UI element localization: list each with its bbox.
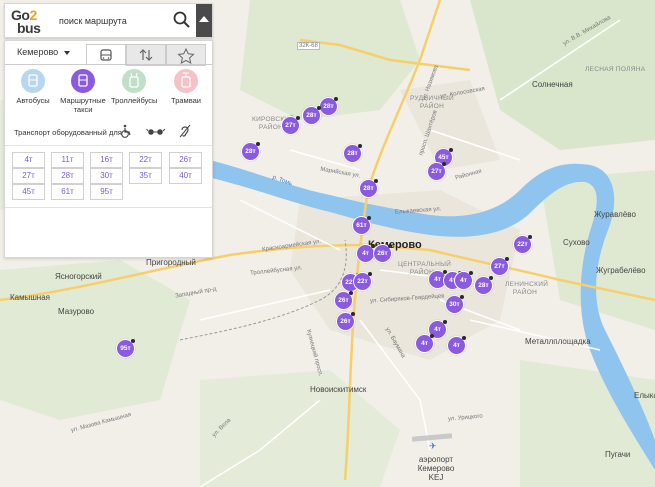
minibus-icon [71,69,95,93]
transport-type-tram[interactable]: Трамваи [163,69,209,105]
road-number: 32К-68 [297,42,320,50]
place-yugravlevo: Жуграбелёво [596,266,646,275]
place-novoiskitimsk: Новоискитимск [310,385,367,394]
route-button[interactable]: 61т [51,184,84,200]
vehicle-pin[interactable]: 27т [281,116,300,135]
bus-icon [21,69,45,93]
route-button[interactable]: 4т [12,152,45,168]
logo-text-bus: bus [17,20,41,36]
go2bus-logo[interactable]: Go2 bus [11,7,49,36]
tab-routes[interactable] [86,44,126,66]
place-kamyshnaya: Камышная [10,293,50,302]
vehicle-pin[interactable]: 26т [373,244,392,263]
city-select-value: Кемерово [17,47,59,57]
place-metallploshchadka: Металлплощадка [525,337,591,346]
city-select[interactable]: Кемерово [17,47,71,57]
route-button[interactable]: 95т [90,184,123,200]
route-button[interactable]: 30т [90,168,123,184]
place-yasnogorsky: Ясногорский [55,272,102,281]
divider [5,207,212,208]
transport-type-label: Маршрутные такси [60,96,106,114]
hearing-icon[interactable] [177,123,193,139]
vehicle-pin[interactable]: 27т [490,257,509,276]
route-button[interactable]: 28т [51,168,84,184]
vehicle-pin[interactable]: 26т [336,312,355,331]
bus-front-icon [100,49,112,61]
vehicle-pin[interactable]: 27т [427,162,446,181]
vehicle-pin[interactable]: 22т [513,235,532,254]
routes-panel: Кемерово Автобусы Маршрутные такси Тролл… [4,40,213,258]
place-airport: аэропорт Кемерово KEJ [417,455,455,482]
transport-type-label: Автобусы [16,96,50,105]
glasses-icon[interactable] [146,123,166,139]
place-solnechnaya: Солнечная [532,80,573,89]
vehicle-pin[interactable]: 61т [352,216,371,235]
transport-type-trolleybus[interactable]: Троллейбусы [111,69,157,105]
transport-type-minibus[interactable]: Маршрутные такси [60,69,106,114]
trolleybus-icon [122,69,146,93]
collapse-panel-button[interactable] [196,4,212,37]
vehicle-pin[interactable]: 28т [359,179,378,198]
star-icon [177,47,195,64]
route-button[interactable]: 16т [90,152,123,168]
route-button[interactable]: 11т [51,152,84,168]
equipment-title: Транспорт оборудованный для [14,128,122,137]
route-button[interactable]: 40т [169,168,202,184]
tab-favorites[interactable] [166,44,206,66]
swap-arrows-icon [139,49,153,61]
place-elykaeva: Елыка [634,391,655,400]
transport-type-label: Троллейбусы [111,96,158,105]
route-button[interactable]: 27т [12,168,45,184]
route-button[interactable]: 26т [169,152,202,168]
vehicle-pin[interactable]: 28т [343,144,362,163]
transport-type-label: Трамваи [171,96,201,105]
divider [5,145,212,146]
vehicle-pin[interactable]: 28т [319,97,338,116]
search-bar: Go2 bus [4,3,213,38]
vehicle-pin[interactable]: 26т [334,291,353,310]
district-leninsky: ЛЕНИНСКИЙ РАЙОН [505,281,549,296]
tram-icon [174,69,198,93]
transport-type-bus[interactable]: Автобусы [10,69,56,105]
route-search-input[interactable] [57,12,171,30]
tabs-divider [5,64,212,65]
place-prigorodny: Пригородный [146,258,196,267]
route-button[interactable]: 35т [129,168,162,184]
place-pugachi: Пугачи [605,450,631,459]
tab-directions[interactable] [126,44,166,66]
search-button[interactable] [170,8,194,32]
vehicle-pin[interactable]: 22т [353,272,372,291]
place-lesnaya-polyana: ЛЕСНАЯ ПОЛЯНА [585,66,646,73]
place-mazurovo: Мазурово [58,307,95,316]
vehicle-pin[interactable]: 28т [241,142,260,161]
place-sukhovo: Сухово [563,238,590,247]
airplane-icon: ✈ [429,441,437,451]
wheelchair-icon[interactable] [118,123,134,139]
place-zhuravlevo: Журавлёво [594,210,636,219]
vehicle-pin[interactable]: 4т [447,336,466,355]
search-icon [173,11,190,28]
vehicle-pin[interactable]: 28т [474,276,493,295]
vehicle-pin[interactable]: 28т [302,106,321,125]
vehicle-pin[interactable]: 95т [116,339,135,358]
route-button[interactable]: 45т [12,184,45,200]
vehicle-pin[interactable]: 30т [445,295,464,314]
vehicle-pin[interactable]: 4т [454,271,473,290]
route-button[interactable]: 22т [129,152,162,168]
chevron-down-icon [64,50,71,55]
vehicle-pin[interactable]: 4т [415,334,434,353]
